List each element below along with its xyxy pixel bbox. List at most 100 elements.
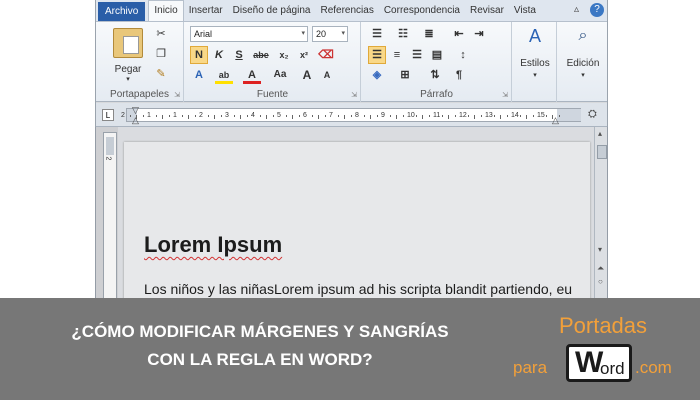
dialog-launcher-icon[interactable]: ⇲ (351, 91, 357, 99)
highlight-icon[interactable]: ab (215, 66, 233, 84)
minimize-ribbon-icon[interactable]: ▵ (574, 4, 579, 15)
group-label-font: Fuente (256, 89, 289, 100)
paste-dropdown-icon[interactable]: ▾ (121, 72, 135, 88)
text-effects-icon[interactable]: A (190, 66, 208, 84)
tab-archivo[interactable]: Archivo (98, 2, 146, 21)
document-heading[interactable]: Lorem Ipsum (144, 232, 282, 258)
ruler-bar[interactable]: 2 1 1 2 3 4 5 6 7 8 9 10 11 12 13 14 15 ▽ △ △ (121, 105, 581, 125)
ruler-tick (129, 115, 131, 117)
numbering-icon[interactable]: ☷ (394, 25, 412, 43)
line-spacing-icon[interactable]: ↕ (454, 46, 472, 64)
grow-font-button[interactable]: A (298, 66, 316, 84)
browse-object-icon[interactable]: ○ (598, 277, 603, 286)
sort-icon[interactable]: ⇅ (426, 66, 444, 84)
styles-icon[interactable]: A (521, 27, 549, 45)
font-name-combo[interactable]: Arial ▾ (190, 26, 308, 42)
vertical-ruler[interactable]: 2 (103, 132, 117, 298)
increase-indent-icon[interactable]: ⇥ (470, 25, 488, 43)
cut-icon[interactable]: ✂ (154, 26, 168, 42)
previous-page-icon[interactable]: ⏶ (597, 263, 604, 274)
bullets-icon[interactable]: ☰ (368, 25, 386, 43)
tab-correspondencia[interactable]: Correspondencia (379, 1, 465, 21)
align-left-icon[interactable]: ☰ (368, 46, 386, 64)
ruler-tick (526, 115, 527, 119)
shrink-font-button[interactable]: A (318, 66, 336, 84)
view-ruler-icon[interactable]: ⛭ (588, 108, 597, 121)
hanging-indent-handle[interactable]: △ (132, 115, 139, 126)
dialog-launcher-icon[interactable]: ⇲ (502, 91, 508, 99)
clear-format-icon[interactable]: ⌫ (317, 46, 335, 64)
ruler-tick (272, 115, 274, 117)
justify-icon[interactable]: ▤ (428, 46, 446, 64)
ruler-tick (545, 115, 547, 117)
ruler-number: 13 (485, 112, 493, 119)
document-page[interactable]: Lorem Ipsum Los niños y las niñasLorem i… (124, 142, 590, 298)
change-case-button[interactable]: Aa (269, 66, 291, 84)
ruler-number: 9 (381, 112, 385, 119)
top-margin-area (106, 137, 114, 155)
align-right-icon[interactable]: ☰ (408, 46, 426, 64)
ruler-number: 2 (104, 156, 112, 161)
tab-insertar[interactable]: Insertar (184, 1, 228, 21)
subscript-button[interactable]: x₂ (275, 46, 293, 64)
binoculars-icon[interactable]: ⌕ (569, 28, 597, 44)
paste-icon[interactable] (113, 28, 143, 58)
ruler-tick (448, 115, 449, 119)
chevron-down-icon: ▾ (341, 30, 345, 37)
chevron-down-icon: ▾ (301, 30, 305, 37)
tab-revisar[interactable]: Revisar (465, 1, 509, 21)
font-name-value: Arial (194, 29, 213, 39)
scroll-thumb[interactable] (597, 145, 607, 159)
right-indent-handle[interactable]: △ (552, 115, 559, 126)
ruler-number: 2 (199, 112, 203, 119)
borders-icon[interactable]: ⊞ (396, 66, 414, 84)
tab-diseno-pagina[interactable]: Diseño de página (228, 1, 316, 21)
ruler-tick (246, 115, 248, 117)
ruler-tick (259, 115, 261, 117)
vertical-scrollbar[interactable]: ▴ ▾ ⏶ ○ (594, 127, 607, 298)
strikethrough-button[interactable]: abe (249, 46, 273, 64)
superscript-button[interactable]: x² (295, 46, 313, 64)
ruler-tick (493, 115, 495, 117)
ruler-number: 6 (303, 112, 307, 119)
decrease-indent-icon[interactable]: ⇤ (450, 25, 468, 43)
horizontal-ruler[interactable]: L 2 1 1 2 3 4 5 6 7 8 9 10 11 12 13 14 15 ▽ △ △ ⛭ (96, 103, 607, 127)
tab-inicio[interactable]: Inicio (148, 0, 184, 21)
font-color-icon[interactable]: A (243, 66, 261, 84)
scroll-down-icon[interactable]: ▾ (598, 245, 602, 254)
right-margin-area (557, 109, 581, 121)
align-center-icon[interactable]: ≡ (388, 46, 406, 64)
ruler-number: 7 (329, 112, 333, 119)
word-screenshot: Archivo Inicio Insertar Diseño de página… (95, 0, 608, 298)
group-label-clipboard: Portapapeles (110, 89, 169, 100)
title-banner: ¿CÓMO MODIFICAR MÁRGENES Y SANGRÍAS CON … (0, 298, 700, 400)
font-size-combo[interactable]: 20 ▾ (312, 26, 348, 42)
tab-vista[interactable]: Vista (509, 1, 541, 21)
ribbon-tabs: Archivo Inicio Insertar Diseño de página… (96, 0, 607, 22)
help-icon[interactable]: ? (590, 3, 604, 17)
scroll-up-icon[interactable]: ▴ (598, 129, 602, 138)
document-body-text[interactable]: Los niños y las niñasLorem ipsum ad his … (144, 281, 572, 297)
ruler-tick (467, 115, 469, 117)
tab-referencias[interactable]: Referencias (315, 1, 378, 21)
tab-selector-icon[interactable]: L (102, 109, 114, 121)
ruler-number: 4 (251, 112, 255, 119)
ruler-tick (500, 115, 501, 119)
shading-icon[interactable]: ◈ (368, 66, 386, 84)
ruler-tick (142, 115, 144, 117)
ruler-tick (233, 115, 235, 117)
copy-icon[interactable]: ❐ (154, 46, 168, 62)
italic-button[interactable]: K (210, 46, 228, 64)
ruler-number: 14 (511, 112, 519, 119)
show-marks-icon[interactable]: ¶ (450, 66, 468, 84)
ruler-tick (292, 115, 293, 119)
format-painter-icon[interactable]: ✎ (154, 66, 168, 82)
ruler-tick (318, 115, 319, 119)
bold-button[interactable]: N (190, 46, 208, 64)
underline-button[interactable]: S (230, 46, 248, 64)
dialog-launcher-icon[interactable]: ⇲ (174, 91, 180, 99)
multilevel-list-icon[interactable]: ≣ (420, 25, 438, 43)
ruler-tick (532, 115, 534, 117)
logo-ord: ord (600, 359, 625, 378)
ruler-number: 3 (225, 112, 229, 119)
